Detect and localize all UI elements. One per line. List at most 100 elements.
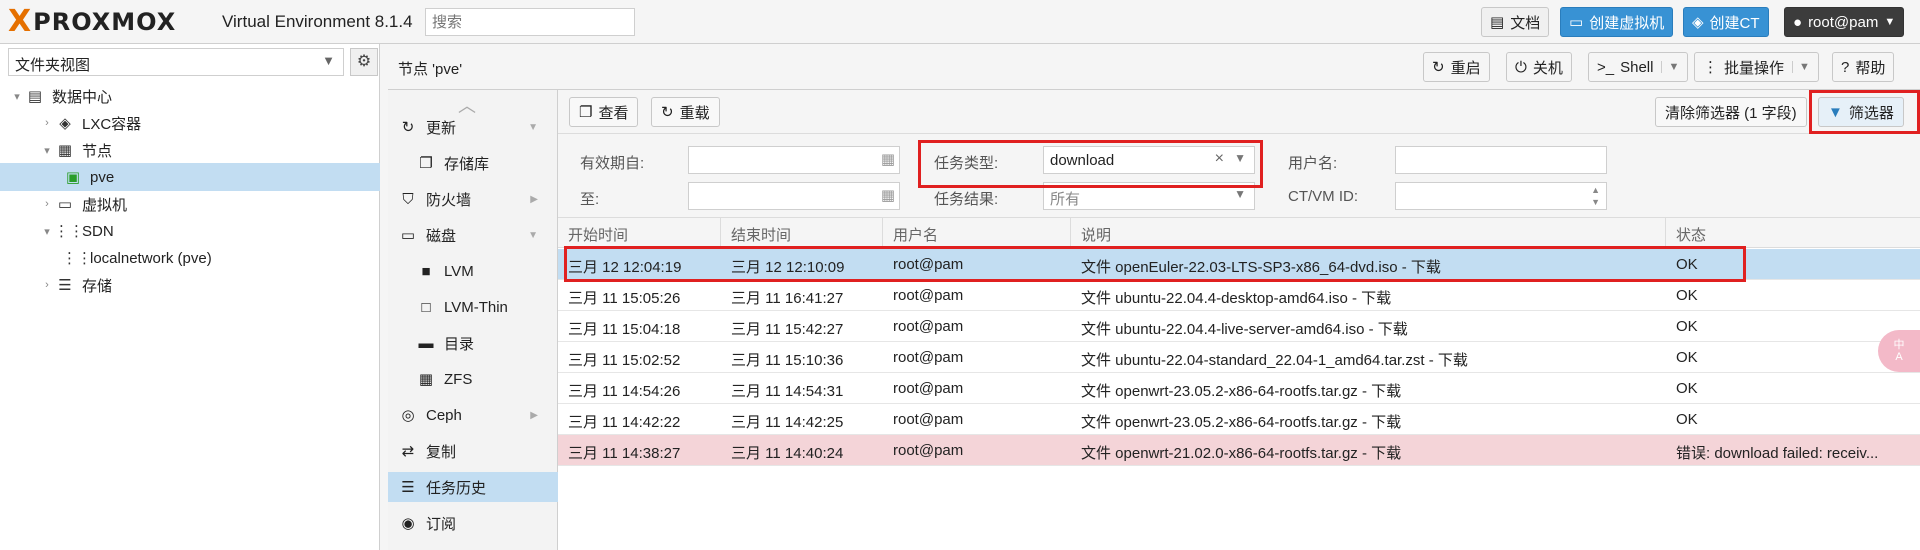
chevron-down-icon: ▼ [322,53,335,68]
table-row[interactable]: 三月 11 14:54:26 三月 11 14:54:31 root@pam 文… [558,373,1920,404]
column-user[interactable]: 用户名 [883,218,1071,248]
chevron-down-icon: ▼ [528,229,538,241]
expand-icon[interactable]: › [40,117,54,129]
cell-start: 三月 11 15:02:52 [568,352,681,369]
cell-description: 文件 ubuntu-22.04.4-desktop-amd64.iso - 下载 [1081,290,1392,307]
tree-item-datacenter[interactable]: ▾ ▤ 数据中心 [0,82,380,110]
cell-status: OK [1676,318,1698,335]
expand-icon[interactable]: › [40,198,54,210]
copy-icon: ❐ [419,155,433,172]
spinner-icon[interactable]: ▲ ▼ [1591,184,1600,208]
translate-badge[interactable]: 中 A [1878,330,1920,372]
cell-description: 文件 ubuntu-22.04-standard_22.04-1_amd64.t… [1081,352,1468,369]
cell-description: 文件 openwrt-21.02.0-x86-64-rootfs.tar.gz … [1081,445,1402,462]
nav-item-lvm[interactable]: ■ LVM [388,256,558,286]
view-button[interactable]: ❐ 查看 [569,97,639,127]
square-outline-icon: □ [421,298,431,316]
cell-end: 三月 11 15:10:36 [731,352,844,369]
grid-icon: ⋮⋮ [62,250,92,267]
user-icon: ● [1793,13,1803,31]
cell-description: 文件 openwrt-23.05.2-x86-64-rootfs.tar.gz … [1081,414,1402,431]
nav-item-ceph[interactable]: ◎ Ceph ▶ [388,400,558,430]
proxmox-logo[interactable]: X PROXMOX [8,7,176,37]
vmid-field[interactable]: ▲ ▼ [1395,182,1607,210]
table-row[interactable]: 三月 11 14:42:22 三月 11 14:42:25 root@pam 文… [558,404,1920,435]
clear-filter-button[interactable]: 清除筛选器 (1 字段) [1655,97,1807,127]
shutdown-button[interactable]: ⏻ 关机 [1506,52,1572,82]
cell-start: 三月 11 14:54:26 [568,383,681,400]
create-ct-button[interactable]: ◈ 创建CT [1683,7,1769,37]
cell-end: 三月 11 15:42:27 [731,321,844,338]
tree-item-lxc[interactable]: › ◈ LXC容器 [0,109,380,137]
chevron-down-icon: ▼ [1661,61,1679,73]
monitor-icon: ▭ [57,196,73,213]
nav-item-lvm-thin[interactable]: □ LVM-Thin [388,292,558,322]
more-vertical-icon: ⋮ [1703,59,1718,76]
expand-icon[interactable]: ▾ [40,144,54,157]
hdd-icon: ▭ [400,227,416,244]
tree-item-nodes[interactable]: ▾ ▦ 节点 [0,136,380,164]
tree-item-pve[interactable]: ▣ pve [0,163,380,191]
cell-start: 三月 11 15:05:26 [568,290,681,307]
nav-item-directory[interactable]: ▬ 目录 [388,328,558,358]
square-icon: ■ [421,262,431,280]
nav-item-firewall[interactable]: ⛉ 防火墙 ▶ [388,184,558,214]
expand-icon[interactable]: ▾ [10,90,24,103]
task-toolbar: ❐ 查看 ↻ 重载 清除筛选器 (1 字段) ▼ 筛选器 [558,90,1920,134]
column-description[interactable]: 说明 [1071,218,1666,248]
reload-button[interactable]: ↻ 重载 [651,97,720,127]
table-row[interactable]: 三月 11 14:38:27 三月 11 14:40:24 root@pam 文… [558,435,1920,466]
cell-user: root@pam [893,318,964,335]
retweet-icon: ⇄ [401,443,415,460]
cell-end: 三月 11 16:41:27 [731,290,844,307]
resource-tree-panel: 文件夹视图 ▼ ⚙ ▾ ▤ 数据中心 › ◈ LXC容器 ▾ ▦ 节点 ▣ pv… [0,44,380,550]
docs-button[interactable]: ▤ 文档 [1481,7,1550,37]
username-field[interactable] [1395,146,1607,174]
view-selector[interactable]: 文件夹视图 ▼ [8,48,344,76]
tree-item-storage[interactable]: › ☰ 存储 [0,271,380,299]
expand-icon[interactable]: › [40,279,54,291]
until-date-field[interactable]: ▦ [688,182,900,210]
gear-icon[interactable]: ⚙ [350,48,378,76]
table-row[interactable]: 三月 11 15:04:18 三月 11 15:42:27 root@pam 文… [558,311,1920,342]
cell-start: 三月 11 14:38:27 [568,445,681,462]
calendar-icon[interactable]: ▦ [881,150,895,168]
help-button[interactable]: ? 帮助 [1832,52,1895,82]
since-date-field[interactable]: ▦ [688,146,900,174]
reboot-button[interactable]: ↻ 重启 [1423,52,1490,82]
table-row[interactable]: 三月 11 15:05:26 三月 11 16:41:27 root@pam 文… [558,280,1920,311]
calendar-icon[interactable]: ▦ [881,186,895,204]
nav-item-disks[interactable]: ▭ 磁盘 ▼ [388,220,558,250]
nav-item-subscription[interactable]: ◉ 订阅 [388,508,558,538]
user-menu-button[interactable]: ● root@pam ▼ [1784,7,1905,37]
grid-icon: ⋮⋮ [54,223,84,240]
nav-item-repositories[interactable]: ❐ 存储库 [388,148,558,178]
create-vm-button[interactable]: ▭ 创建虚拟机 [1560,7,1674,37]
bulk-actions-button[interactable]: ⋮ 批量操作 ▼ [1694,52,1819,82]
tree-item-sdn[interactable]: ▾ ⋮⋮ SDN [0,217,380,245]
cell-status: OK [1676,287,1698,304]
nav-item-updates[interactable]: ↻ 更新 ▼ [388,112,558,142]
page-title: 节点 'pve' [398,61,463,78]
since-label: 有效期自: [580,155,645,172]
nav-item-task-history[interactable]: ☰ 任务历史 [388,472,558,502]
database-icon: ☰ [58,277,72,294]
table-row[interactable]: 三月 11 15:02:52 三月 11 15:10:36 root@pam 文… [558,342,1920,373]
nav-item-replication[interactable]: ⇄ 复制 [388,436,558,466]
tree-item-vms[interactable]: › ▭ 虚拟机 [0,190,380,218]
table-header: 开始时间 结束时间 用户名 说明 状态 [558,218,1920,248]
shell-button[interactable]: >_ Shell ▼ [1588,52,1689,82]
expand-icon[interactable]: ▾ [40,225,54,238]
column-start-time[interactable]: 开始时间 [558,218,721,248]
cube-icon: ◈ [59,115,71,132]
search-input[interactable] [425,8,635,36]
refresh-icon: ↻ [401,119,415,136]
chevron-down-icon[interactable]: ▼ [1234,187,1246,201]
cell-user: root@pam [893,287,964,304]
nav-item-zfs[interactable]: ▦ ZFS [388,364,558,394]
column-end-time[interactable]: 结束时间 [721,218,883,248]
logo-x-mark: X [8,4,32,39]
column-status[interactable]: 状态 [1666,218,1920,248]
tree-item-localnetwork[interactable]: ⋮⋮ localnetwork (pve) [0,244,380,272]
building-icon: ▦ [57,142,73,159]
